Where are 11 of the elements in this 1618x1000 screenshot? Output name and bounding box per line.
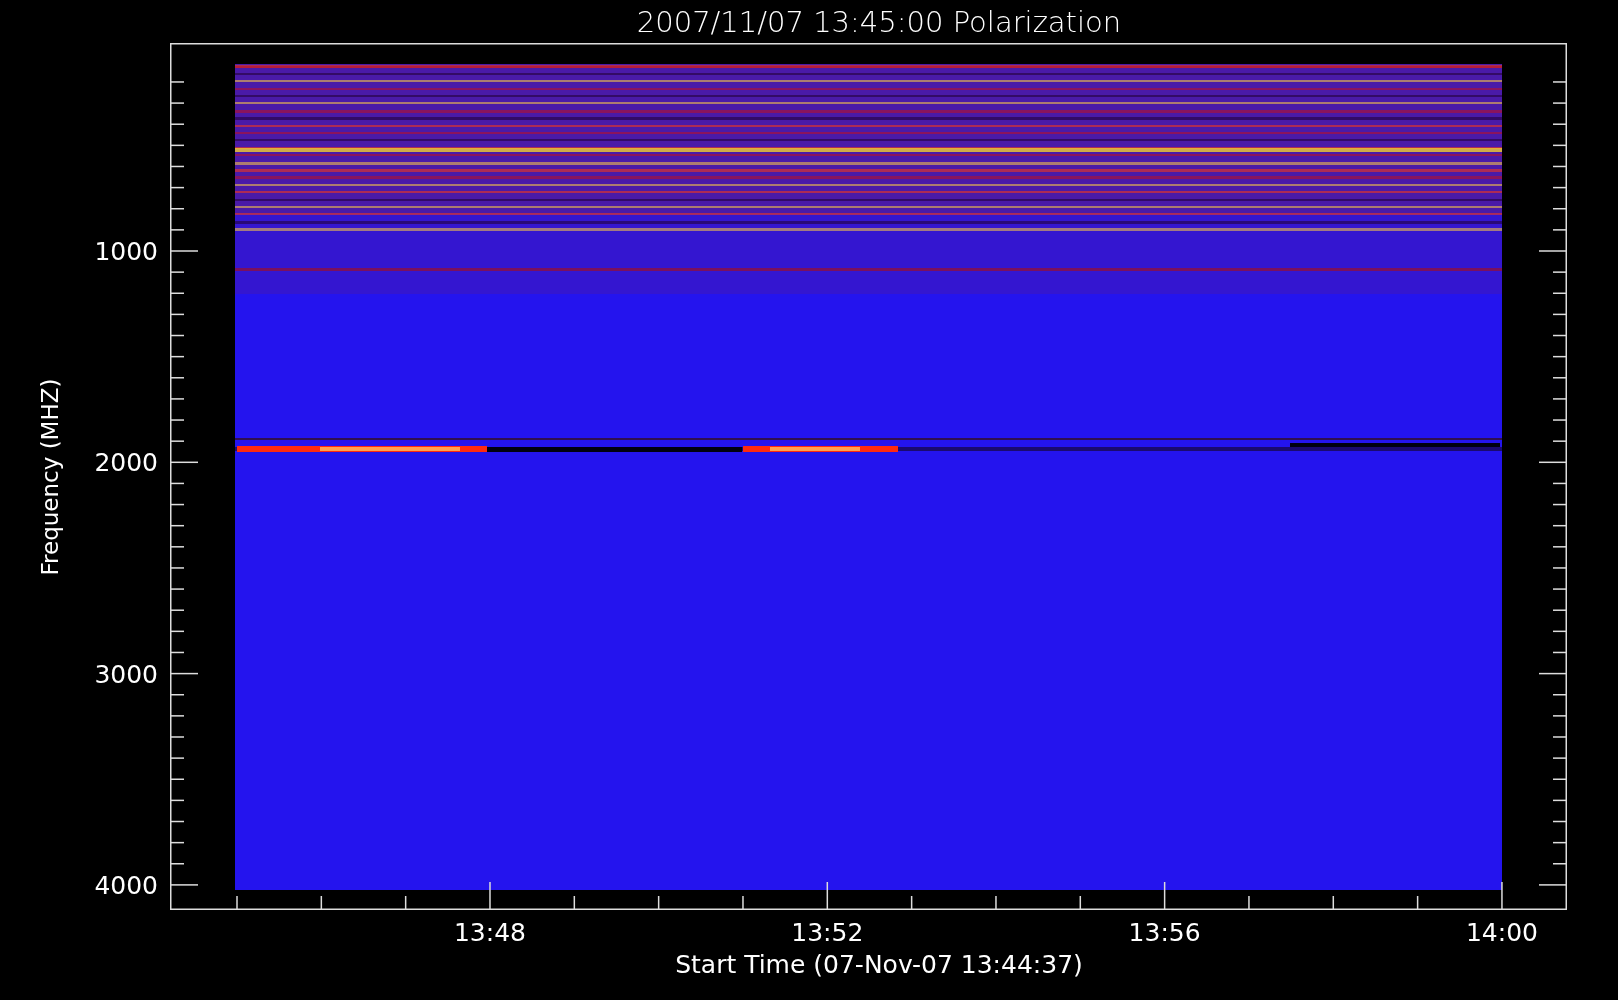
y-tick-label: 2000: [94, 447, 158, 477]
y-axis-label: Frequency (MHZ): [37, 378, 63, 575]
chart-title: 2007/11/07 13:45:00 Polarization: [635, 3, 1123, 41]
x-tick-label: 13:52: [791, 918, 864, 947]
y-tick-label: 1000: [94, 236, 158, 266]
x-tick-label: 13:56: [1128, 918, 1201, 947]
x-axis-label: Start Time (07-Nov-07 13:44:37): [675, 950, 1083, 979]
y-tick-label: 3000: [94, 659, 158, 689]
y-tick-label: 4000: [94, 870, 158, 900]
x-tick-label: 13:48: [453, 918, 526, 947]
x-tick-label: 14:00: [1465, 918, 1538, 947]
